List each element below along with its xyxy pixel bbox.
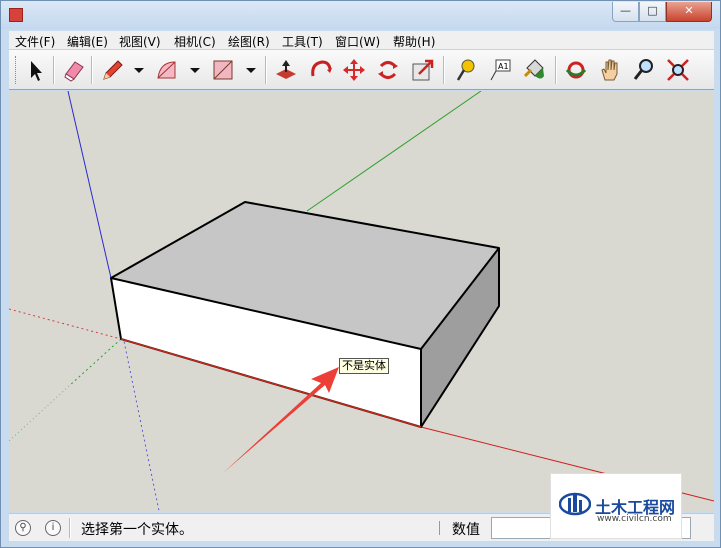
eraser-icon[interactable] [61, 56, 87, 84]
status-separator [439, 521, 440, 535]
minimize-button[interactable]: — [612, 2, 639, 22]
tape-measure-icon[interactable] [453, 56, 479, 84]
menu-view[interactable]: 视图(V) [119, 33, 161, 50]
toolbar-grip[interactable] [15, 56, 18, 84]
text-label-glyph: A1 [498, 62, 509, 71]
pan-icon[interactable] [597, 56, 623, 84]
measurements-label: 数值 [452, 522, 480, 538]
entity-tooltip: 不是实体 [339, 358, 389, 374]
status-message: 选择第一个实体。 [81, 522, 193, 538]
drawing-viewport[interactable]: 不是实体 [9, 91, 714, 511]
text-label-icon[interactable]: A1 [487, 56, 513, 84]
menu-draw[interactable]: 绘图(R) [228, 33, 270, 50]
toolbar-separator [443, 56, 445, 84]
main-toolbar: A1 [9, 50, 714, 90]
toolbar-separator [555, 56, 557, 84]
watermark-logo-icon [559, 492, 591, 516]
rotate-icon[interactable] [307, 56, 333, 84]
close-button[interactable]: ✕ [666, 2, 712, 22]
orbit-icon[interactable] [563, 56, 589, 84]
chevron-down-icon[interactable] [126, 56, 144, 84]
red-axis-hidden [9, 308, 122, 340]
menu-edit[interactable]: 编辑(E) [67, 33, 108, 50]
scale-icon[interactable] [409, 56, 435, 84]
blue-axis [67, 91, 112, 279]
title-bar[interactable]: — □ ✕ [1, 1, 720, 29]
maximize-button[interactable]: □ [639, 2, 666, 22]
zoom-icon[interactable] [631, 56, 657, 84]
chevron-down-icon[interactable] [238, 56, 256, 84]
menu-camera[interactable]: 相机(C) [174, 33, 216, 50]
paint-bucket-icon[interactable] [521, 56, 547, 84]
menu-tools[interactable]: 工具(T) [282, 33, 323, 50]
scene-canvas[interactable] [9, 91, 714, 511]
move-icon[interactable] [341, 56, 367, 84]
watermark-url: www.civilcn.com [597, 514, 672, 524]
arc-icon[interactable] [154, 56, 180, 84]
green-axis-hidden [68, 338, 122, 387]
window-title [31, 7, 191, 21]
geo-location-icon[interactable]: ⚲ [15, 520, 31, 536]
green-axis-hidden-far [9, 385, 70, 442]
toolbar-separator [91, 56, 93, 84]
green-axis [306, 91, 482, 212]
status-separator [69, 518, 71, 538]
rectangle-icon[interactable] [210, 56, 236, 84]
app-icon [9, 8, 23, 22]
menu-help[interactable]: 帮助(H) [393, 33, 435, 50]
toolbar-separator [53, 56, 55, 84]
info-icon[interactable]: i [45, 520, 61, 536]
menu-window[interactable]: 窗口(W) [335, 33, 380, 50]
zoom-extents-icon[interactable] [665, 56, 691, 84]
select-icon[interactable] [23, 56, 49, 84]
chevron-down-icon[interactable] [182, 56, 200, 84]
pencil-icon[interactable] [99, 56, 125, 84]
push-pull-icon[interactable] [273, 56, 299, 84]
menu-bar: 文件(F) 编辑(E) 视图(V) 相机(C) 绘图(R) 工具(T) 窗口(W… [9, 31, 714, 50]
watermark-badge: 土木工程网 www.civilcn.com [550, 473, 682, 539]
app-window: — □ ✕ 文件(F) 编辑(E) 视图(V) 相机(C) 绘图(R) 工具(T… [0, 0, 721, 548]
menu-file[interactable]: 文件(F) [15, 33, 55, 50]
follow-me-icon[interactable] [375, 56, 401, 84]
toolbar-separator [265, 56, 267, 84]
